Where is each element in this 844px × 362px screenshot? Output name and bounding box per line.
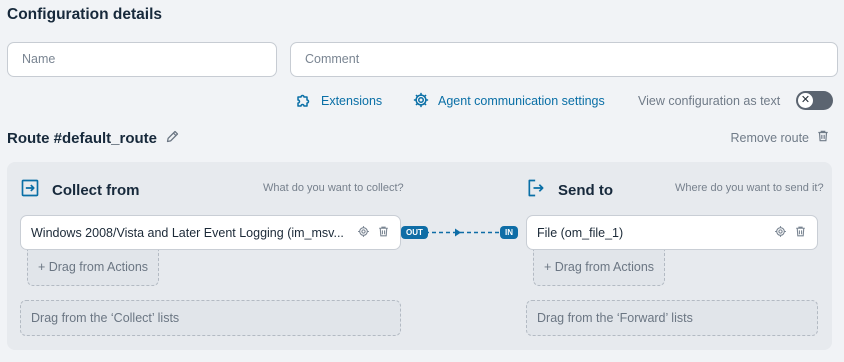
sign-out-icon [526,178,546,202]
sign-in-icon [20,178,40,202]
extensions-label: Extensions [321,94,383,108]
pencil-icon[interactable] [165,129,180,148]
send-hint: Where do you want to send it? [675,182,824,194]
trash-icon[interactable] [794,225,807,241]
comment-field[interactable]: Comment [290,42,838,77]
route-title: Route #default_route [7,129,180,148]
agent-settings-label: Agent communication settings [438,94,605,108]
send-node[interactable]: File (om_file_1) [526,215,818,250]
remove-route-button[interactable]: Remove route [730,129,830,146]
page-title: Configuration details [7,6,162,23]
close-icon: ✕ [798,93,813,108]
collect-drop-zone[interactable]: Drag from the ‘Collect’ lists [20,300,401,336]
send-title: Send to [558,181,613,199]
trash-icon [816,129,830,146]
gear-icon[interactable] [357,225,370,241]
gear-icon [412,91,430,112]
puzzle-icon [295,91,313,112]
send-drop-zone[interactable]: Drag from the ‘Forward’ lists [526,300,818,336]
route-title-text: Route #default_route [7,130,158,147]
collect-hint: What do you want to collect? [263,182,404,194]
send-node-label: File (om_file_1) [537,225,624,240]
agent-settings-link[interactable]: Agent communication settings [412,91,605,111]
in-port[interactable]: IN [500,226,518,239]
collect-header: Collect from [20,178,140,202]
gear-icon[interactable] [774,225,787,241]
collect-node[interactable]: Windows 2008/Vista and Later Event Loggi… [20,215,401,250]
view-text-label: View configuration as text [638,94,781,108]
collect-title: Collect from [52,181,140,199]
collect-drag-actions[interactable]: + Drag from Actions [27,250,159,286]
view-text-toggle[interactable]: ✕ [796,91,833,110]
extensions-link[interactable]: Extensions [295,91,382,111]
trash-icon[interactable] [377,225,390,241]
out-port[interactable]: OUT [401,226,428,239]
send-header: Send to [526,178,613,202]
collect-node-label: Windows 2008/Vista and Later Event Loggi… [31,225,344,240]
name-field[interactable]: Name [7,42,277,77]
send-drag-actions[interactable]: + Drag from Actions [533,250,665,286]
remove-route-label: Remove route [730,130,809,145]
route-connector [425,228,503,237]
